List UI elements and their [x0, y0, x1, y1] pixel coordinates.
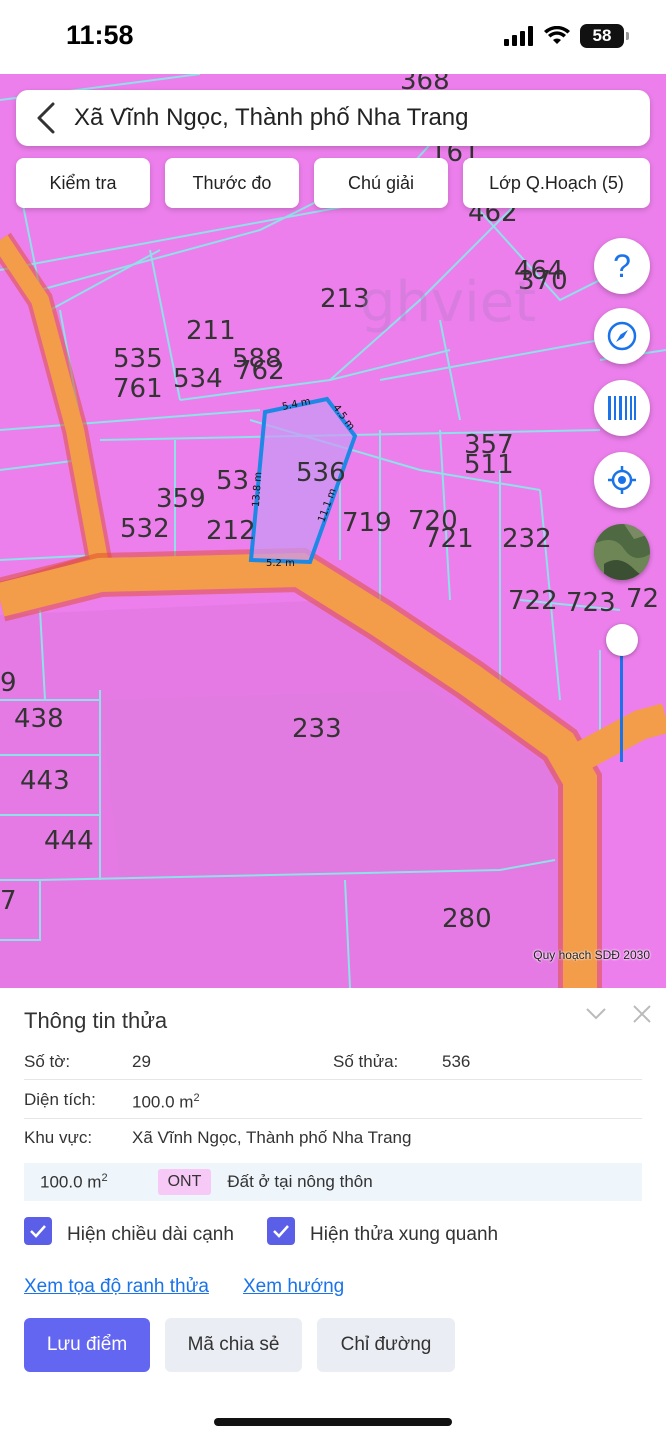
legend-button[interactable]: Chú giải — [314, 158, 448, 208]
land-use-description: Đất ở tại nông thôn — [227, 1172, 373, 1191]
compass-icon — [607, 321, 637, 351]
region-value: Xã Vĩnh Ngọc, Thành phố Nha Trang — [132, 1128, 412, 1147]
parcel-info-sheet: Thông tin thửa Số tờ: 29 Số thửa: 536 Di… — [0, 988, 666, 1440]
land-use-code-badge: ONT — [157, 1169, 212, 1195]
collapse-button[interactable] — [582, 1000, 610, 1028]
map-view[interactable]: 368 161 462 464 370 213 211 535 761 534 … — [0, 74, 666, 988]
map-toolbar: Kiểm tra Thước đo Chú giải Lớp Q.Hoạch (… — [16, 158, 650, 208]
location-title[interactable]: Xã Vĩnh Ngọc, Thành phố Nha Trang — [74, 104, 469, 132]
area-label: Diện tích: — [24, 1090, 96, 1109]
satellite-layer-button[interactable] — [594, 524, 650, 580]
sheet-title: Thông tin thửa — [24, 1008, 168, 1033]
chevron-down-icon — [586, 1008, 606, 1020]
status-bar: 11:58 58 — [0, 0, 666, 74]
help-icon: ? — [613, 247, 631, 284]
share-code-button[interactable]: Mã chia sẻ — [165, 1318, 302, 1372]
show-edge-length-label[interactable]: Hiện chiều dài cạnh — [67, 1224, 234, 1246]
location-target-icon — [608, 466, 636, 494]
signal-icon — [504, 26, 533, 46]
show-neighbors-checkbox[interactable] — [267, 1217, 295, 1245]
so-thua-value: 536 — [442, 1052, 471, 1071]
checkmark-icon — [30, 1225, 46, 1238]
planning-layer-button[interactable]: Lớp Q.Hoạch (5) — [463, 158, 650, 208]
check-button[interactable]: Kiểm tra — [16, 158, 150, 208]
divider — [24, 1079, 642, 1080]
view-boundary-coords-link[interactable]: Xem tọa độ ranh thửa — [24, 1276, 209, 1298]
show-edge-length-checkbox[interactable] — [24, 1217, 52, 1245]
wifi-icon — [544, 26, 570, 44]
so-thua-label: Số thửa: — [333, 1052, 399, 1071]
barcode-icon — [608, 396, 636, 420]
directions-button[interactable]: Chỉ đường — [317, 1318, 455, 1372]
save-point-button[interactable]: Lưu điểm — [24, 1318, 150, 1372]
status-icons: 58 — [504, 24, 629, 48]
close-icon — [633, 1005, 651, 1023]
measure-button[interactable]: Thước đo — [165, 158, 299, 208]
opacity-slider-track[interactable] — [620, 640, 623, 762]
home-indicator[interactable] — [214, 1418, 452, 1426]
locate-button[interactable] — [594, 452, 650, 508]
so-to-label: Số tờ: — [24, 1052, 71, 1071]
view-direction-link[interactable]: Xem hướng — [243, 1276, 344, 1298]
satellite-thumbnail-icon — [594, 524, 650, 580]
map-attribution: Quy hoạch SDĐ 2030 — [533, 948, 650, 962]
close-button[interactable] — [628, 1000, 656, 1028]
show-neighbors-label[interactable]: Hiện thửa xung quanh — [310, 1224, 498, 1246]
divider — [24, 1118, 642, 1119]
land-use-area: 100.0 m2 — [40, 1171, 108, 1192]
so-to-value: 29 — [132, 1052, 151, 1071]
battery-icon: 58 — [580, 24, 629, 48]
land-use-row: 100.0 m2 ONT Đất ở tại nông thôn — [24, 1163, 642, 1201]
area-value: 100.0 m2 — [132, 1092, 200, 1112]
back-icon[interactable] — [22, 90, 70, 146]
opacity-slider-thumb[interactable] — [606, 624, 638, 656]
barcode-button[interactable] — [594, 380, 650, 436]
checkmark-icon — [273, 1225, 289, 1238]
location-header: Xã Vĩnh Ngọc, Thành phố Nha Trang — [16, 90, 650, 146]
help-button[interactable]: ? — [594, 238, 650, 294]
status-time: 11:58 — [66, 20, 134, 50]
map-canvas — [0, 74, 666, 988]
compass-button[interactable] — [594, 308, 650, 364]
region-label: Khu vực: — [24, 1128, 93, 1147]
